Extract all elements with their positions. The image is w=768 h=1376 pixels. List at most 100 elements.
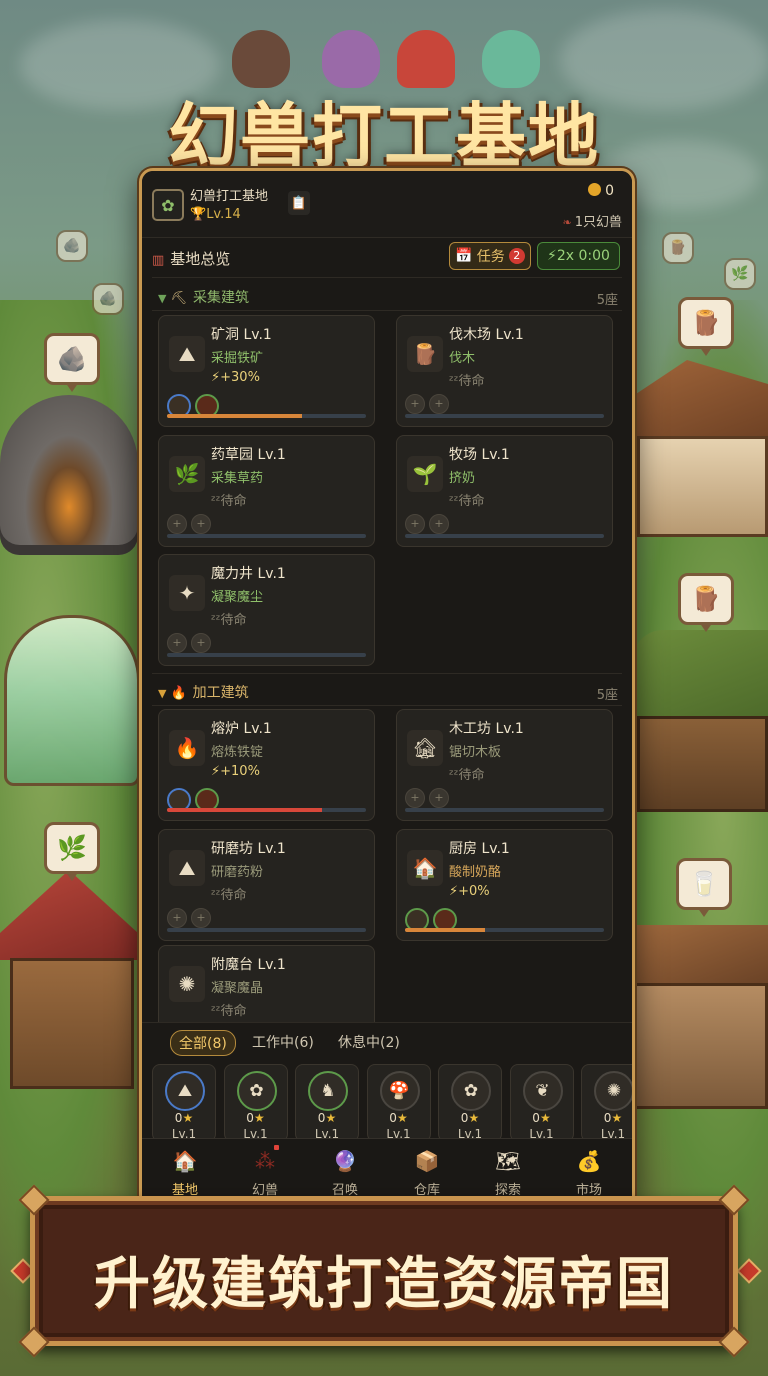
paw-icon: ⁂	[255, 1149, 275, 1173]
add-worker-slot[interactable]: +	[167, 908, 187, 928]
add-worker-slot[interactable]: +	[191, 633, 211, 653]
log-bubble-icon: 🪵	[662, 232, 694, 264]
ore-bubble-icon: 🪨	[92, 283, 124, 315]
clipboard-icon[interactable]: 📋	[288, 191, 310, 215]
beast-card[interactable]: ✺ 0★ Lv.1	[581, 1064, 632, 1138]
worker-slots: + +	[167, 633, 211, 653]
beast-stars: 0★	[389, 1111, 408, 1125]
building-card[interactable]: 🪵 伐木场 Lv.1 伐木 ᶻᶻ待命 + +	[396, 315, 613, 427]
log-icon: 🪵	[407, 336, 443, 372]
beast-stars: 0★	[603, 1111, 623, 1125]
speed-button[interactable]: ⚡ 2x 0:00	[537, 242, 620, 270]
gold-counter: 0	[588, 183, 614, 199]
beast-count: ❧ 1只幻兽	[562, 215, 623, 230]
beast-card[interactable]: ✿ 0★ Lv.1	[438, 1064, 502, 1138]
progress-bar	[405, 534, 604, 538]
building-name: 熔炉 Lv.1	[211, 721, 272, 737]
building-name: 牧场 Lv.1	[449, 447, 510, 463]
money-bag-icon: 💰	[576, 1149, 602, 1173]
add-worker-slot[interactable]: +	[191, 514, 211, 534]
building-action: 研磨药粉	[211, 865, 264, 880]
building-card[interactable]: 🌱 牧场 Lv.1 挤奶 ᶻᶻ待命 + +	[396, 435, 613, 547]
filter-all[interactable]: 全部(8)	[170, 1030, 236, 1056]
star-icon: ★	[396, 1111, 408, 1125]
progress-fill	[167, 808, 323, 812]
progress-bar	[167, 808, 366, 812]
leaf-bubble-icon: 🌿	[724, 258, 756, 290]
flame-icon: 🔥	[170, 686, 187, 701]
beast-portrait-icon: 🍄	[379, 1071, 420, 1111]
beast-strip[interactable]: ⛰ 0★ Lv.1 ✿ 0★ Lv.1 ♞ 0★ Lv.1 🍄 0★ Lv.1 ✿ 0★ Lv.1 ❦ 0★ Lv…	[142, 1058, 632, 1138]
ranch-icon: 🌱	[407, 456, 443, 492]
building-card[interactable]: 🌿 药草园 Lv.1 采集草药 ᶻᶻ待命 + +	[158, 435, 375, 547]
building-card[interactable]: ⛰ 研磨坊 Lv.1 研磨药粉 ᶻᶻ待命 + +	[158, 829, 375, 941]
banner-text: 升级建筑打造资源帝国	[94, 1251, 674, 1317]
workshop-icon: 🏚	[407, 730, 443, 766]
beast-card[interactable]: ⛰ 0★ Lv.1	[152, 1064, 216, 1138]
beast-portrait-icon: ✿	[451, 1071, 491, 1111]
log-bubble-icon: 🪵	[678, 573, 734, 632]
collapse-icon: ▼	[158, 687, 167, 700]
building-status: ᶻᶻ待命	[211, 1004, 247, 1019]
add-worker-slot[interactable]: +	[429, 514, 449, 534]
calendar-icon: 📅	[455, 248, 473, 264]
mill-icon: ⛰	[169, 850, 205, 886]
mine-cave-illustration	[0, 395, 138, 555]
progress-bar	[405, 808, 604, 812]
progress-bar	[405, 928, 604, 932]
building-card[interactable]: 🏚 木工坊 Lv.1 锯切木板 ᶻᶻ待命 + +	[396, 709, 613, 821]
progress-bar	[167, 534, 366, 538]
add-worker-slot[interactable]: +	[405, 788, 425, 808]
furnace-icon: 🔥	[169, 730, 205, 766]
sprout-icon[interactable]: ✿	[152, 189, 184, 221]
building-action: 凝聚魔晶	[211, 981, 264, 996]
kitchen-illustration	[632, 925, 768, 1109]
add-worker-slot[interactable]: +	[429, 788, 449, 808]
fence-icon: ▥	[152, 253, 165, 268]
building-card[interactable]: 🔥 熔炉 Lv.1 熔炼铁锭 ⚡+10%	[158, 709, 375, 821]
building-card[interactable]: 🏠 厨房 Lv.1 酸制奶酪 ⚡+0%	[396, 829, 613, 941]
add-worker-slot[interactable]: +	[167, 633, 187, 653]
building-name: 药草园 Lv.1	[211, 447, 286, 463]
add-worker-slot[interactable]: +	[405, 514, 425, 534]
building-status: ⚡+0%	[449, 884, 490, 899]
beast-card[interactable]: ♞ 0★ Lv.1	[295, 1064, 359, 1138]
game-panel: ✿ 幻兽打工基地 🏆Lv.14 📋 0 ❧ 1只幻兽 ▥ 基地总览 📅 任务 2 ⚡…	[139, 168, 635, 1209]
building-card[interactable]: ⛰ 矿洞 Lv.1 采掘铁矿 ⚡+30%	[158, 315, 375, 427]
worker-slots: + +	[405, 788, 449, 808]
ore-icon: ⛰	[169, 336, 205, 372]
beast-level: Lv.1	[314, 1127, 340, 1138]
star-icon: ★	[539, 1111, 551, 1125]
beast-level: Lv.1	[600, 1127, 626, 1138]
building-card[interactable]: ✺附魔台 Lv.1凝聚魔晶ᶻᶻ待命++	[158, 945, 375, 1022]
progress-bar	[167, 653, 366, 657]
divider	[152, 673, 622, 674]
coin-icon	[588, 183, 602, 196]
divider	[152, 705, 622, 706]
log-bubble-icon: 🪵	[678, 297, 734, 356]
task-button[interactable]: 📅 任务 2	[449, 242, 531, 270]
add-worker-slot[interactable]: +	[429, 394, 449, 414]
add-worker-slot[interactable]: +	[191, 908, 211, 928]
promo-banner: 升级建筑打造资源帝国	[18, 1184, 750, 1358]
beast-card[interactable]: 🍄 0★ Lv.1	[366, 1064, 431, 1138]
beast-card[interactable]: ✿ 0★ Lv.1	[223, 1064, 288, 1138]
base-level: 🏆Lv.14	[190, 207, 241, 222]
building-list[interactable]: ▼ ⛏ 采集建筑 5座 ⛰ 矿洞 Lv.1 采掘铁矿 ⚡+30% 🪵 伐木场 Lv.1 伐木 ᶻᶻ…	[142, 277, 632, 1022]
add-worker-slot[interactable]: +	[405, 394, 425, 414]
building-status: ⚡+10%	[211, 764, 260, 779]
filter-resting[interactable]: 休息中(2)	[338, 1030, 400, 1054]
filter-working[interactable]: 工作中(6)	[252, 1030, 314, 1054]
building-status: ᶻᶻ待命	[449, 768, 485, 783]
beast-card[interactable]: ❦ 0★ Lv.1	[509, 1064, 574, 1138]
map-icon: 🗺	[495, 1149, 521, 1173]
worker-slots: + +	[405, 514, 449, 534]
beast-stars: 0★	[317, 1111, 337, 1125]
star-icon: ★	[325, 1111, 337, 1125]
ore-bubble-icon: 🪨	[44, 333, 100, 392]
building-name: 厨房 Lv.1	[449, 841, 510, 857]
building-name: 伐木场 Lv.1	[449, 327, 524, 343]
collapse-icon: ▼	[158, 292, 167, 305]
building-card[interactable]: ✦ 魔力井 Lv.1 凝聚魔尘 ᶻᶻ待命 + +	[158, 554, 375, 666]
add-worker-slot[interactable]: +	[167, 514, 187, 534]
